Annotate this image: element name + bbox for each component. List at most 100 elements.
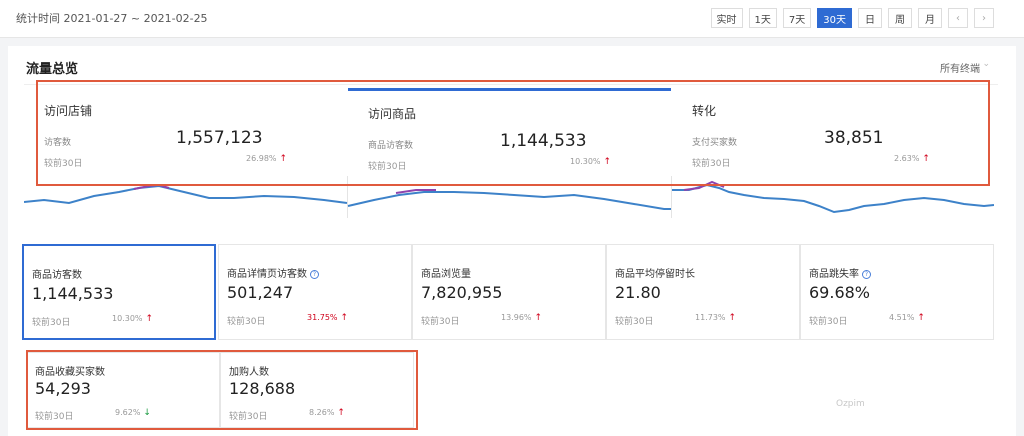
metric-label: 商品浏览量 [421,269,471,280]
overview-compare: 较前30日 [692,159,731,169]
overview-title: 访问商品 [368,107,417,121]
metric-card-bounce-rate[interactable]: 商品跳失率? 69.68% 较前30日 4.51% ↑ [800,244,994,340]
metric-change: 8.26% ↑ [309,408,345,418]
info-icon[interactable]: ? [862,269,871,279]
metric-value: 54,293 [35,379,91,398]
overview-change: 26.98% ↑ [246,154,287,164]
overview-change: 2.63% ↑ [894,154,930,164]
sparkline-conversion [672,183,994,214]
change-percent: 26.98% [246,154,277,163]
metric-change: 9.62% ↓ [115,408,151,418]
info-icon[interactable]: ? [310,269,319,279]
arrow-up-icon: ↑ [337,408,345,418]
metric-label: 商品跳失率? [809,265,871,280]
next-period-button[interactable]: › [974,8,994,28]
sparkline-conversion-peak [683,180,725,191]
metric-card-product-visitors[interactable]: 商品访客数 1,144,533 较前30日 10.30% ↑ [22,244,216,340]
tab-week[interactable]: 周 [888,8,912,28]
metric-label-text: 商品跳失率 [809,269,859,280]
tab-month[interactable]: 月 [918,8,942,28]
metric-compare: 较前30日 [615,317,654,327]
terminal-select[interactable]: 所有终端 [940,60,980,75]
arrow-up-icon: ↑ [917,313,925,323]
tab-7day[interactable]: 7天 [782,8,812,28]
overview-title: 访问店铺 [44,104,93,118]
overview-label: 支付买家数 [692,138,738,148]
overview-card-product-visit[interactable]: 访问商品 商品访客数 1,144,533 较前30日 10.30% ↑ [348,88,671,186]
overview-value: 38,851 [824,128,884,148]
change-percent: 2.63% [894,154,920,163]
metric-compare: 较前30日 [32,318,71,328]
metric-value: 7,820,955 [421,283,503,302]
chevron-down-icon[interactable]: ⌄ [982,59,990,69]
metric-label: 商品收藏买家数 [35,367,105,378]
arrow-up-icon: ↑ [279,154,288,164]
metric-value: 69.68% [809,283,871,302]
traffic-overview-panel: 流量总览 所有终端 ⌄ 访问店铺 访客数 1,557,123 较前30日 26.… [8,46,1016,436]
tab-realtime[interactable]: 实时 [710,8,743,28]
metric-card-favorite-buyers[interactable]: 商品收藏买家数 54,293 较前30日 9.62% ↓ [26,352,220,428]
metric-change: 13.96% ↑ [501,313,542,323]
change-percent: 13.96% [501,313,532,322]
range-tabs: 实时 1天 7天 30天 日 周 月 ‹ › [710,8,994,28]
overview-compare: 较前30日 [44,159,83,169]
change-percent: 10.30% [112,314,143,323]
metric-compare: 较前30日 [35,412,74,422]
tab-1day[interactable]: 1天 [748,8,777,28]
metric-change: 10.30% ↑ [112,314,153,324]
overview-compare: 较前30日 [368,162,407,172]
metric-change: 11.73% ↑ [695,313,736,323]
watermark-logo: Ozpim [836,399,865,409]
metric-card-add-to-cart[interactable]: 加购人数 128,688 较前30日 8.26% ↑ [220,352,414,428]
overview-card-conversion[interactable]: 转化 支付买家数 38,851 较前30日 2.63% ↑ [672,88,995,186]
metric-compare: 较前30日 [809,317,848,327]
metric-label-text: 商品详情页访客数 [227,269,307,280]
metric-value: 128,688 [229,379,296,398]
sparkline-product [347,191,671,210]
overview-value: 1,144,533 [500,131,587,151]
overview-change: 10.30% ↑ [570,157,611,167]
panel-title: 流量总览 [26,62,79,77]
metric-change: 4.51% ↑ [889,313,925,323]
metric-label: 商品访客数 [32,270,82,281]
metric-value: 501,247 [227,283,294,302]
sparkline-store [24,184,348,205]
metric-compare: 较前30日 [229,412,268,422]
date-range-label: 统计时间 2021-01-27 ~ 2021-02-25 [16,12,208,25]
overview-label: 访客数 [44,138,72,148]
metric-card-detail-visitors[interactable]: 商品详情页访客数? 501,247 较前30日 31.75% ↑ [218,244,412,340]
tab-day[interactable]: 日 [858,8,882,28]
change-percent: 10.30% [570,157,601,166]
change-percent: 8.26% [309,408,335,417]
overview-title: 转化 [692,104,717,118]
arrow-down-icon: ↓ [143,408,151,418]
divider [24,84,998,85]
arrow-up-icon: ↑ [728,313,737,323]
metric-card-avg-stay[interactable]: 商品平均停留时长 21.80 较前30日 11.73% ↑ [606,244,800,340]
top-bar: 统计时间 2021-01-27 ~ 2021-02-25 实时 1天 7天 30… [0,0,1024,38]
metric-value: 1,144,533 [32,284,114,303]
metric-label: 商品平均停留时长 [615,269,695,280]
overview-label: 商品访客数 [368,141,414,151]
trend-sparkline [24,180,994,214]
change-percent: 9.62% [115,408,141,417]
metric-label: 商品详情页访客数? [227,265,319,280]
overview-card-store-visit[interactable]: 访问店铺 访客数 1,557,123 较前30日 26.98% ↑ [24,88,347,186]
prev-period-button[interactable]: ‹ [948,8,968,28]
tab-30day[interactable]: 30天 [817,8,852,28]
watermark: 头条 @仿官之刃 [872,406,1004,427]
arrow-up-icon: ↑ [340,313,349,323]
metric-change: 31.75% ↑ [307,313,348,323]
overview-value: 1,557,123 [176,128,263,148]
metric-compare: 较前30日 [421,317,460,327]
metric-card-pageviews[interactable]: 商品浏览量 7,820,955 较前30日 13.96% ↑ [412,244,606,340]
metric-compare: 较前30日 [227,317,266,327]
change-percent: 11.73% [695,313,726,322]
arrow-up-icon: ↑ [922,154,930,164]
metric-label: 加购人数 [229,367,269,378]
arrow-up-icon: ↑ [145,314,154,324]
arrow-up-icon: ↑ [603,157,612,167]
metric-value: 21.80 [615,283,661,302]
arrow-up-icon: ↑ [534,313,543,323]
change-percent: 4.51% [889,313,915,322]
